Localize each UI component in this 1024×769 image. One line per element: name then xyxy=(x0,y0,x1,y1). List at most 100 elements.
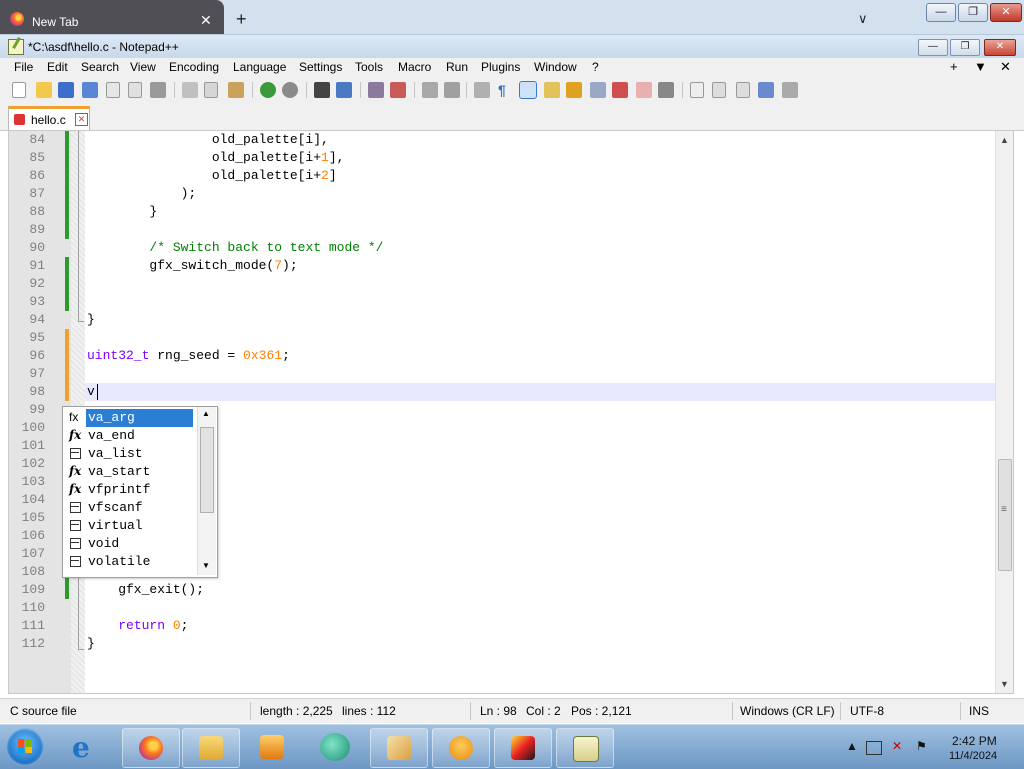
new-tab-button[interactable]: + xyxy=(236,9,247,30)
taskbar-paint[interactable] xyxy=(370,728,428,768)
menu-view[interactable]: View xyxy=(130,60,156,74)
autocomplete-item[interactable]: volatile xyxy=(63,553,199,571)
code-line[interactable]: old_palette[i+1], xyxy=(87,149,345,167)
undo-icon[interactable] xyxy=(260,82,276,98)
status-encoding[interactable]: UTF-8 xyxy=(850,704,884,718)
taskbar-scratch[interactable] xyxy=(432,728,490,768)
maximize-button[interactable]: ❐ xyxy=(950,39,980,56)
volume-muted-icon[interactable]: ✕ xyxy=(892,739,902,753)
paste-icon[interactable] xyxy=(228,82,244,98)
record-icon[interactable] xyxy=(690,82,704,98)
new-file-icon[interactable] xyxy=(12,82,26,98)
app-icon[interactable] xyxy=(320,733,350,761)
autocomplete-item[interactable]: va_list xyxy=(63,445,199,463)
menu-edit[interactable]: Edit xyxy=(47,60,68,74)
code-line[interactable]: v xyxy=(87,383,95,401)
lang-icon[interactable] xyxy=(544,82,560,98)
zoom-in-icon[interactable] xyxy=(368,82,384,98)
taskbar-firefox[interactable] xyxy=(122,728,180,768)
taskbar-notepad-plus-plus[interactable] xyxy=(556,728,614,768)
play-icon[interactable] xyxy=(736,82,750,98)
autocomplete-item[interactable]: va_arg xyxy=(86,409,193,427)
menu-encoding[interactable]: Encoding xyxy=(169,60,219,74)
scroll-thumb[interactable] xyxy=(998,459,1012,571)
taskbar-explorer[interactable] xyxy=(182,728,240,768)
close-button[interactable]: ✕ xyxy=(984,39,1016,56)
minimize-button[interactable]: — xyxy=(918,39,948,56)
word-wrap-icon[interactable] xyxy=(474,82,490,98)
code-line[interactable]: } xyxy=(87,311,95,329)
menu-settings[interactable]: Settings xyxy=(299,60,342,74)
status-eol[interactable]: Windows (CR LF) xyxy=(740,704,835,718)
menu-new-tab-button[interactable]: + xyxy=(950,59,958,74)
scroll-up-arrow-icon[interactable]: ▲ xyxy=(1000,135,1009,145)
redo-icon[interactable] xyxy=(282,82,298,98)
menu-help[interactable]: ? xyxy=(592,60,599,74)
autocomplete-item[interactable]: virtual xyxy=(63,517,199,535)
monitor-icon[interactable] xyxy=(658,82,674,98)
code-line[interactable]: gfx_switch_mode(7); xyxy=(87,257,297,275)
copy-icon[interactable] xyxy=(204,82,218,98)
menu-dropdown-button[interactable]: ▼ xyxy=(974,59,987,74)
ac-scroll-down-icon[interactable]: ▼ xyxy=(202,561,210,570)
clock-time[interactable]: 2:42 PM xyxy=(952,734,997,748)
ac-scroll-up-icon[interactable]: ▲ xyxy=(202,409,210,418)
close-all-icon[interactable] xyxy=(128,82,142,98)
close-file-icon[interactable] xyxy=(106,82,120,98)
stop-icon[interactable] xyxy=(712,82,726,98)
save-all-icon[interactable] xyxy=(82,82,98,98)
folder-as-workspace-icon[interactable] xyxy=(612,82,628,98)
media-player-icon[interactable] xyxy=(260,735,284,759)
save-macro-icon[interactable] xyxy=(782,82,798,98)
autocomplete-item[interactable]: vfscanf xyxy=(63,499,199,517)
outer-close-button[interactable]: ✕ xyxy=(990,3,1022,22)
scroll-down-arrow-icon[interactable]: ▼ xyxy=(1000,679,1009,689)
menu-macro[interactable]: Macro xyxy=(398,60,431,74)
function-list-icon[interactable] xyxy=(590,82,606,98)
replace-icon[interactable] xyxy=(336,82,352,98)
browser-tab-close-button[interactable]: ✕ xyxy=(200,12,212,29)
start-button[interactable] xyxy=(6,728,44,766)
menu-tools[interactable]: Tools xyxy=(355,60,383,74)
find-icon[interactable] xyxy=(314,82,330,98)
zoom-out-icon[interactable] xyxy=(390,82,406,98)
ac-scroll-thumb[interactable] xyxy=(200,427,214,513)
print-icon[interactable] xyxy=(150,82,166,98)
code-line[interactable]: gfx_exit(); xyxy=(87,581,204,599)
menu-window[interactable]: Window xyxy=(534,60,577,74)
code-line[interactable]: } xyxy=(87,203,157,221)
code-line[interactable]: /* Switch back to text mode */ xyxy=(87,239,383,257)
autocomplete-popup[interactable]: va_arg fx fx va_end va_list fx va_start fx vfpri… xyxy=(62,406,218,578)
code-line[interactable]: return 0; xyxy=(87,617,188,635)
doc-map-icon[interactable] xyxy=(566,82,582,98)
play-multi-icon[interactable] xyxy=(758,82,774,98)
action-center-flag-icon[interactable]: ⚑ xyxy=(916,739,927,753)
taskbar-winamp[interactable] xyxy=(494,728,552,768)
menu-close-doc-button[interactable]: ✕ xyxy=(1000,59,1011,75)
status-insert-mode[interactable]: INS xyxy=(969,704,989,718)
autocomplete-item[interactable]: fx va_start xyxy=(63,463,199,481)
show-hidden-icons-icon[interactable]: ▲ xyxy=(846,739,858,753)
outer-maximize-button[interactable]: ❐ xyxy=(958,3,988,22)
folder-icon[interactable] xyxy=(636,82,652,98)
list-tabs-button[interactable]: ∨ xyxy=(858,11,868,27)
sync-h-icon[interactable] xyxy=(444,82,460,98)
indent-guide-icon[interactable] xyxy=(519,81,537,99)
browser-tab[interactable]: New Tab ✕ xyxy=(0,0,224,34)
code-line[interactable]: } xyxy=(87,635,95,653)
code-line[interactable]: ); xyxy=(87,185,197,203)
autocomplete-item[interactable]: void xyxy=(63,535,199,553)
autocomplete-scrollbar[interactable]: ▲ ▼ xyxy=(197,407,216,575)
menu-language[interactable]: Language xyxy=(233,60,286,74)
sync-v-icon[interactable] xyxy=(422,82,438,98)
tab-close-button[interactable]: ✕ xyxy=(75,113,88,126)
tab-hello-c[interactable]: hello.c ✕ xyxy=(8,106,90,132)
vertical-scrollbar[interactable]: ▲ ▼ xyxy=(995,131,1013,693)
menu-run[interactable]: Run xyxy=(446,60,468,74)
all-chars-icon[interactable]: ¶ xyxy=(498,82,514,98)
cut-icon[interactable] xyxy=(182,82,198,98)
menu-file[interactable]: File xyxy=(14,60,33,74)
menu-search[interactable]: Search xyxy=(81,60,119,74)
network-icon[interactable] xyxy=(866,741,882,755)
code-line[interactable]: old_palette[i], xyxy=(87,131,329,149)
